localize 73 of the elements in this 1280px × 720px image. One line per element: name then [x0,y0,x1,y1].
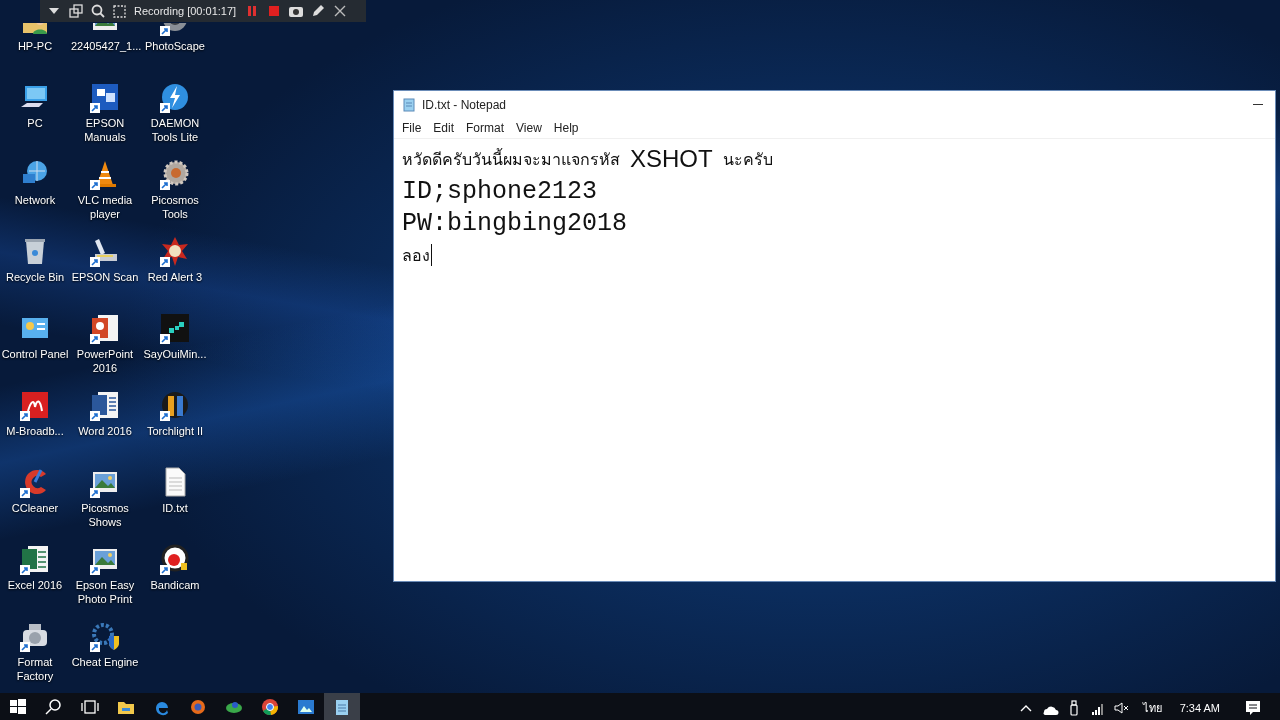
icon-label: EPSON Scan [71,270,139,284]
photo-viewer-icon [296,697,316,717]
icon-label: Epson Easy Photo Print [74,578,136,606]
icon-label: CCleaner [10,501,60,515]
icon-label: Bandicam [149,578,201,592]
icon-label: HP-PC [16,39,54,53]
icon-label: Recycle Bin [4,270,66,284]
windows-icon [68,3,84,19]
fox-globe-icon [188,697,208,717]
recording-status: Recording [00:01:17] [134,5,237,17]
game-icon[interactable] [159,312,191,344]
gear-shield-icon[interactable] [89,620,121,652]
minimize-icon [1253,103,1263,106]
icon-label: PowerPoint 2016 [75,347,135,375]
region-icon [112,3,128,19]
text-line: PW:bingbing2018 [402,208,628,238]
notepad-button[interactable] [324,693,360,720]
icon-label: Excel 2016 [6,578,64,592]
text-line: XSHOT [630,145,713,173]
document-icon[interactable] [89,389,121,421]
text-line: ID;sphone2123 [402,176,598,206]
icon-label: Control Panel [1,347,69,361]
text-line: ลอง [402,245,430,266]
icon-label: Picosmos Shows [80,501,130,529]
lightning-disc-icon[interactable] [159,81,191,113]
search-icon [90,3,106,19]
notification-icon [1244,699,1262,717]
text-area[interactable]: หวัดดีครับวันนี้ผมจะมาแจกรหัส XSHOT นะครับ ID;sphone2123 PW:bingbing2018 ลอง [394,139,1275,581]
menu-item[interactable]: Format [460,121,511,135]
icon-label: Picosmos Tools [150,193,200,221]
icon-label: VLC media player [76,193,134,221]
icon-label: EPSON Manuals [83,116,127,144]
menu-item[interactable]: View [510,121,548,135]
icon-label: Torchlight II [145,424,205,438]
input-language[interactable]: ไทย [1142,699,1162,717]
menu-item[interactable]: Edit [427,121,461,135]
task-view-icon [80,697,100,717]
icon-label: Format Factory [15,655,55,683]
chrome-icon [260,697,280,717]
region-button[interactable] [112,3,128,19]
icon-label: PC [26,116,44,130]
slides-icon[interactable] [89,312,121,344]
gear-icon[interactable] [159,158,191,190]
pencil-icon [310,3,327,19]
tile-icon[interactable] [19,389,51,421]
icon-label: M-Broadb... [5,424,65,438]
icon-label: DAEMON Tools Lite [149,116,201,144]
icon-label: Network [13,193,57,207]
window-title: ID.txt - Notepad [422,97,508,112]
icon-label: ID.txt [161,501,189,515]
pencil-button[interactable] [310,3,327,19]
windows-logo-icon [8,697,28,717]
emblem-icon[interactable] [159,389,191,421]
search-icon [44,697,64,717]
windows-button[interactable] [68,3,84,19]
icon-label: SayOuiMin... [142,347,208,361]
clock[interactable]: 7:34 AM [1179,702,1220,714]
tile-icon[interactable] [89,81,121,113]
menu-item[interactable]: File [396,121,428,135]
text-line: หวัดดีครับวันนี้ผมจะมาแจกรหัส [402,147,620,170]
menu-item[interactable]: Help [547,121,585,135]
icon-label: PhotoScape [144,39,206,53]
muted-speaker-icon[interactable] [1112,699,1131,717]
star-emblem-icon[interactable] [159,235,191,267]
icon-label: Red Alert 3 [146,270,204,284]
record-icon[interactable] [159,543,191,575]
notepad-icon [402,97,416,112]
icon-label: Cheat Engine [71,655,139,669]
icon-label: 22405427_1... [71,39,139,53]
icon-label: Word 2016 [77,424,133,438]
spreadsheet-icon[interactable] [19,543,51,575]
text-line: นะครับ [722,149,773,170]
search-button[interactable] [90,3,106,19]
